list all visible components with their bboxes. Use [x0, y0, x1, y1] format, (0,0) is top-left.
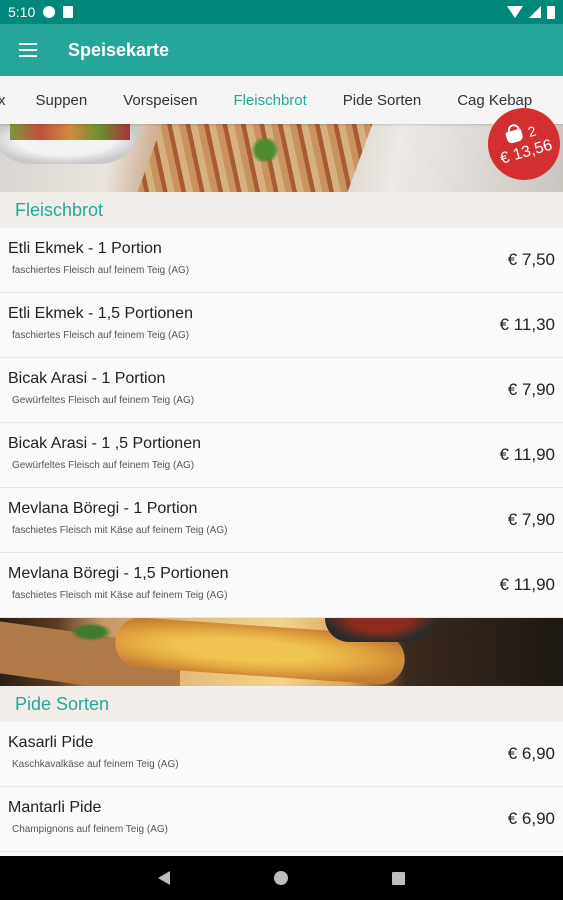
menu-list[interactable]: Fleischbrot Etli Ekmek - 1 Portion fasch…: [0, 124, 563, 856]
signal-icon: [529, 6, 541, 18]
cart-count: 2: [525, 122, 538, 141]
status-time: 5:10: [8, 4, 36, 20]
hamburger-menu-icon[interactable]: [0, 24, 56, 76]
item-name: Bicak Arasi - 1 ,5 Portionen: [8, 435, 201, 452]
page-title: Speisekarte: [68, 39, 170, 60]
item-price: € 11,30: [499, 315, 555, 334]
system-nav-bar: [0, 856, 563, 900]
item-description: Kaschkavalkäse auf feinem Teig (AG): [12, 759, 179, 770]
item-name: Etli Ekmek - 1 Portion: [8, 240, 162, 257]
app-bar: Speisekarte: [0, 24, 563, 76]
menu-item[interactable]: Bicak Arasi - 1 ,5 Portionen Gewürfeltes…: [0, 423, 563, 488]
item-price: € 7,90: [507, 510, 555, 529]
tab-suppen[interactable]: Suppen: [18, 76, 106, 124]
item-price: € 11,90: [499, 445, 555, 464]
item-description: faschietes Fleisch mit Käse auf feinem T…: [12, 525, 228, 536]
tab-fleischbrot[interactable]: Fleischbrot: [215, 76, 324, 124]
item-description: Gewürfeltes Fleisch auf feinem Teig (AG): [12, 460, 195, 471]
section-header-fleischbrot: Fleischbrot: [0, 192, 563, 228]
item-price: € 7,50: [507, 250, 555, 269]
item-price: € 11,90: [499, 575, 555, 594]
menu-item[interactable]: Mantarli Pide Champignons auf feinem Tei…: [0, 787, 563, 852]
battery-icon: [547, 5, 555, 19]
item-name: Mantarli Pide: [8, 799, 102, 816]
status-bar: 5:10: [0, 0, 563, 24]
item-name: Etli Ekmek - 1,5 Portionen: [8, 305, 193, 322]
menu-item[interactable]: Mevlana Böregi - 1 Portion faschietes Fl…: [0, 488, 563, 553]
item-description: faschiertes Fleisch auf feinem Teig (AG): [12, 330, 190, 341]
menu-item[interactable]: Etli Ekmek - 1,5 Portionen faschiertes F…: [0, 293, 563, 358]
item-price: € 6,90: [507, 809, 555, 828]
item-description: Gewürfeltes Fleisch auf feinem Teig (AG): [12, 395, 195, 406]
item-name: Mevlana Böregi - 1 Portion: [8, 500, 198, 517]
item-price: € 7,90: [507, 380, 555, 399]
wifi-icon: [507, 6, 523, 18]
menu-item[interactable]: Bicak Arasi - 1 Portion Gewürfeltes Flei…: [0, 358, 563, 423]
home-icon[interactable]: [274, 871, 288, 885]
notification-icon: [43, 6, 56, 18]
basket-icon: [505, 128, 524, 145]
item-description: Champignons auf feinem Teig (AG): [12, 824, 169, 835]
item-description: faschietes Fleisch mit Käse auf feinem T…: [12, 590, 228, 601]
tab-vorspeisen[interactable]: Vorspeisen: [105, 76, 215, 124]
section-header-pide-sorten: Pide Sorten: [0, 686, 563, 722]
item-price: € 6,90: [507, 744, 555, 763]
tab-pide-sorten[interactable]: Pide Sorten: [325, 76, 439, 124]
tab-partial[interactable]: x: [0, 76, 18, 124]
category-banner-image: [0, 124, 563, 192]
menu-item[interactable]: Kasarli Pide Kaschkavalkäse auf feinem T…: [0, 722, 563, 787]
menu-item[interactable]: Mevlana Böregi - 1,5 Portionen faschiete…: [0, 553, 563, 618]
recent-apps-icon[interactable]: [392, 871, 405, 885]
menu-item[interactable]: Etli Ekmek - 1 Portion faschiertes Fleis…: [0, 228, 563, 293]
back-icon[interactable]: [158, 871, 170, 885]
item-description: faschiertes Fleisch auf feinem Teig (AG): [12, 265, 190, 276]
item-name: Bicak Arasi - 1 Portion: [8, 370, 166, 387]
item-name: Mevlana Böregi - 1,5 Portionen: [8, 565, 229, 582]
category-tabs[interactable]: x Suppen Vorspeisen Fleischbrot Pide Sor…: [0, 76, 563, 124]
category-banner-image: [0, 618, 563, 686]
item-name: Kasarli Pide: [8, 734, 94, 751]
sd-card-icon: [63, 6, 74, 18]
